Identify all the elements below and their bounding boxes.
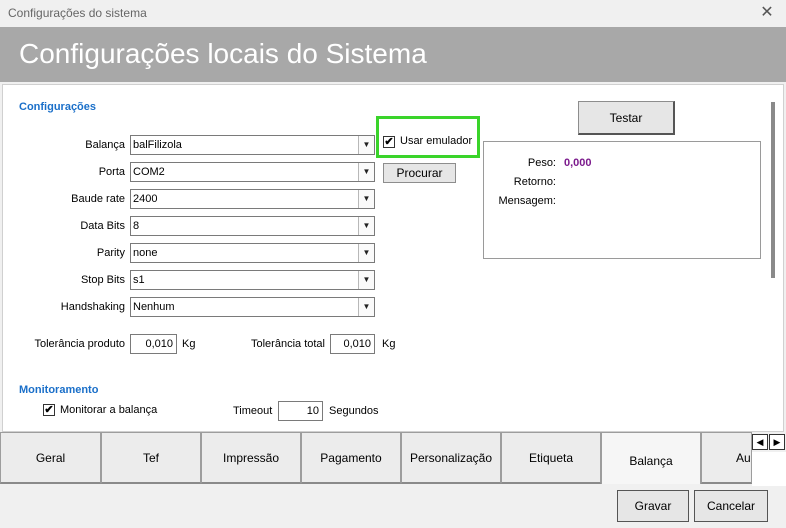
tab-pagamento[interactable]: Pagamento <box>301 432 401 484</box>
close-icon[interactable]: ✕ <box>756 2 778 24</box>
tab-overflow-area <box>752 452 786 486</box>
peso-label: Peso: <box>527 157 556 169</box>
chevron-down-icon[interactable]: ▼ <box>358 136 374 154</box>
baude-rate-value: 2400 <box>133 193 158 205</box>
balanca-label: Balança <box>85 139 125 151</box>
handshaking-select[interactable]: Nenhum ▼ <box>130 297 375 317</box>
handshaking-value: Nenhum <box>133 301 175 313</box>
tab-scroll-right-icon[interactable]: ▶ <box>769 434 785 450</box>
timeout-input[interactable]: 10 <box>278 401 323 421</box>
baude-rate-select[interactable]: 2400 ▼ <box>130 189 375 209</box>
tab-balanca[interactable]: Balança <box>601 432 701 484</box>
procurar-button[interactable]: Procurar <box>383 163 456 183</box>
tab-personalizacao[interactable]: Personalização <box>401 432 501 484</box>
data-bits-select[interactable]: 8 ▼ <box>130 216 375 236</box>
tolerancia-total-label: Tolerância total <box>251 338 325 350</box>
section-title-configuracoes: Configurações <box>19 101 97 113</box>
peso-value: 0,000 <box>564 157 592 169</box>
section-title-monitoramento: Monitoramento <box>19 384 99 396</box>
chevron-down-icon[interactable]: ▼ <box>358 163 374 181</box>
balanca-select[interactable]: balFilizola ▼ <box>130 135 375 155</box>
tolerancia-produto-input[interactable]: 0,010 <box>130 334 177 354</box>
parity-value: none <box>133 247 158 259</box>
stop-bits-value: s1 <box>133 274 145 286</box>
monitorar-checkbox[interactable]: ✔ <box>43 404 55 416</box>
tab-bar: Geral Tef Impressão Pagamento Personaliz… <box>0 432 752 484</box>
parity-label: Parity <box>96 247 125 259</box>
vertical-scrollbar[interactable] <box>764 86 782 430</box>
data-bits-label: Data Bits <box>80 220 125 232</box>
timeout-unit: Segundos <box>329 405 379 417</box>
gravar-button[interactable]: Gravar <box>617 490 689 522</box>
usar-emulador-checkbox[interactable]: ✔ <box>383 136 395 148</box>
data-bits-value: 8 <box>133 220 140 232</box>
tab-au[interactable]: Au <box>701 432 752 484</box>
porta-select[interactable]: COM2 ▼ <box>130 162 375 182</box>
balanca-value: balFilizola <box>133 139 182 151</box>
page-title: Configurações locais do Sistema <box>19 38 427 69</box>
stop-bits-select[interactable]: s1 ▼ <box>130 270 375 290</box>
tab-etiqueta[interactable]: Etiqueta <box>501 432 601 484</box>
title-bar: Configurações do sistema ✕ <box>0 0 786 27</box>
timeout-label: Timeout <box>233 405 273 417</box>
monitorar-label[interactable]: Monitorar a balança <box>60 404 157 416</box>
tab-tef[interactable]: Tef <box>101 432 201 484</box>
window-title: Configurações do sistema <box>8 6 147 20</box>
handshaking-label: Handshaking <box>60 301 125 313</box>
usar-emulador-label[interactable]: Usar emulador <box>400 135 472 147</box>
parity-select[interactable]: none ▼ <box>130 243 375 263</box>
tab-impressao[interactable]: Impressão <box>201 432 301 484</box>
mensagem-label: Mensagem: <box>498 195 556 207</box>
porta-label: Porta <box>98 166 125 178</box>
tolerancia-total-input[interactable]: 0,010 <box>330 334 375 354</box>
stop-bits-label: Stop Bits <box>80 274 125 286</box>
cancelar-button[interactable]: Cancelar <box>694 490 768 522</box>
retorno-label: Retorno: <box>513 176 556 188</box>
testar-button[interactable]: Testar <box>578 101 675 135</box>
porta-value: COM2 <box>133 166 165 178</box>
baude-rate-label: Baude rate <box>71 193 125 205</box>
chevron-down-icon[interactable]: ▼ <box>358 217 374 235</box>
chevron-down-icon[interactable]: ▼ <box>358 271 374 289</box>
tolerancia-produto-unit: Kg <box>182 338 196 350</box>
chevron-down-icon[interactable]: ▼ <box>358 190 374 208</box>
tolerancia-produto-label: Tolerância produto <box>34 338 125 350</box>
tab-scroll-left-icon[interactable]: ◀ <box>752 434 768 450</box>
header-banner: Configurações locais do Sistema <box>0 27 786 82</box>
tab-geral[interactable]: Geral <box>0 432 101 484</box>
tolerancia-total-unit: Kg <box>382 338 396 350</box>
chevron-down-icon[interactable]: ▼ <box>358 244 374 262</box>
chevron-down-icon[interactable]: ▼ <box>358 298 374 316</box>
scrollbar-thumb[interactable] <box>771 102 775 278</box>
